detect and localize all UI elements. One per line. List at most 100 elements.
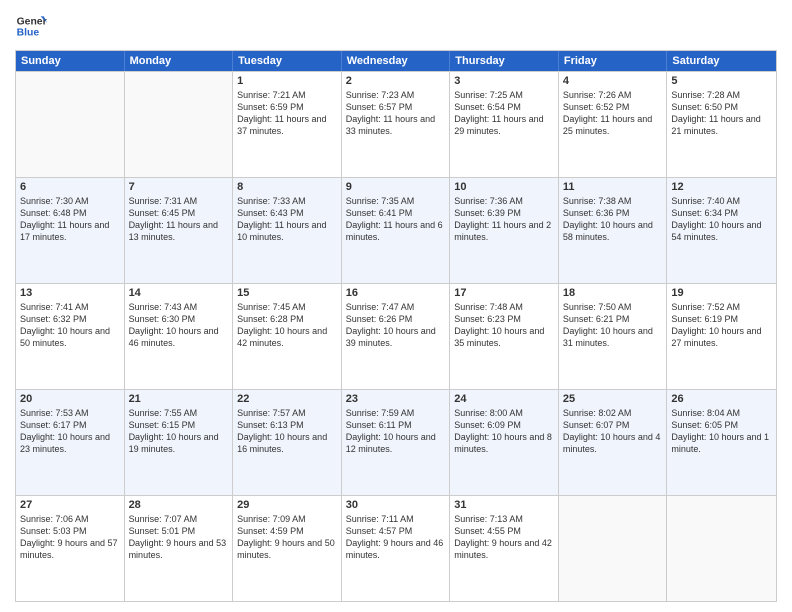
cell-content: Sunrise: 7:41 AM Sunset: 6:32 PM Dayligh… <box>20 301 120 350</box>
day-number: 5 <box>671 75 772 87</box>
cell-content: Sunrise: 7:13 AM Sunset: 4:55 PM Dayligh… <box>454 513 554 562</box>
day-number: 6 <box>20 181 120 193</box>
calendar-cell <box>125 72 234 177</box>
calendar-cell: 13 Sunrise: 7:41 AM Sunset: 6:32 PM Dayli… <box>16 284 125 389</box>
cell-content: Sunrise: 7:09 AM Sunset: 4:59 PM Dayligh… <box>237 513 337 562</box>
cell-content: Sunrise: 7:26 AM Sunset: 6:52 PM Dayligh… <box>563 89 663 138</box>
day-number: 7 <box>129 181 229 193</box>
cell-content: Sunrise: 7:36 AM Sunset: 6:39 PM Dayligh… <box>454 195 554 244</box>
day-number: 19 <box>671 287 772 299</box>
calendar-cell: 21 Sunrise: 7:55 AM Sunset: 6:15 PM Dayli… <box>125 390 234 495</box>
calendar-row: 1 Sunrise: 7:21 AM Sunset: 6:59 PM Daylig… <box>16 71 776 177</box>
calendar-cell: 2Sunrise: 7:23 AM Sunset: 6:57 PM Daylig… <box>342 72 451 177</box>
calendar: SundayMondayTuesdayWednesdayThursdayFrid… <box>15 50 777 602</box>
svg-text:Blue: Blue <box>17 28 40 39</box>
cell-content: Sunrise: 7:11 AM Sunset: 4:57 PM Dayligh… <box>346 513 446 562</box>
calendar-cell: 14Sunrise: 7:43 AM Sunset: 6:30 PM Dayli… <box>125 284 234 389</box>
calendar-cell: 3Sunrise: 7:25 AM Sunset: 6:54 PM Daylig… <box>450 72 559 177</box>
day-number: 18 <box>563 287 663 299</box>
logo: General Blue <box>15 10 47 42</box>
calendar-cell: 10 Sunrise: 7:36 AM Sunset: 6:39 PM Dayli… <box>450 178 559 283</box>
calendar-row: 13 Sunrise: 7:41 AM Sunset: 6:32 PM Dayli… <box>16 283 776 389</box>
calendar-row: 20 Sunrise: 7:53 AM Sunset: 6:17 PM Dayli… <box>16 389 776 495</box>
weekday-header: Wednesday <box>342 51 451 71</box>
cell-content: Sunrise: 7:40 AM Sunset: 6:34 PM Dayligh… <box>671 195 772 244</box>
cell-content: Sunrise: 7:38 AM Sunset: 6:36 PM Dayligh… <box>563 195 663 244</box>
header: General Blue <box>15 10 777 42</box>
day-number: 21 <box>129 393 229 405</box>
cell-content: Sunrise: 7:28 AM Sunset: 6:50 PM Dayligh… <box>671 89 772 138</box>
cell-content: Sunrise: 7:59 AM Sunset: 6:11 PM Dayligh… <box>346 407 446 456</box>
day-number: 24 <box>454 393 554 405</box>
calendar-cell: 19 Sunrise: 7:52 AM Sunset: 6:19 PM Dayli… <box>667 284 776 389</box>
day-number: 17 <box>454 287 554 299</box>
day-number: 11 <box>563 181 663 193</box>
cell-content: Sunrise: 7:53 AM Sunset: 6:17 PM Dayligh… <box>20 407 120 456</box>
day-number: 30 <box>346 499 446 511</box>
day-number: 4 <box>563 75 663 87</box>
calendar-cell <box>16 72 125 177</box>
cell-content: Sunrise: 8:00 AM Sunset: 6:09 PM Dayligh… <box>454 407 554 456</box>
cell-content: Sunrise: 7:50 AM Sunset: 6:21 PM Dayligh… <box>563 301 663 350</box>
calendar-cell <box>559 496 668 601</box>
day-number: 8 <box>237 181 337 193</box>
calendar-cell: 29 Sunrise: 7:09 AM Sunset: 4:59 PM Dayli… <box>233 496 342 601</box>
cell-content: Sunrise: 7:33 AM Sunset: 6:43 PM Dayligh… <box>237 195 337 244</box>
calendar-cell: 31 Sunrise: 7:13 AM Sunset: 4:55 PM Dayli… <box>450 496 559 601</box>
calendar-row: 27Sunrise: 7:06 AM Sunset: 5:03 PM Dayli… <box>16 495 776 601</box>
cell-content: Sunrise: 7:25 AM Sunset: 6:54 PM Dayligh… <box>454 89 554 138</box>
weekday-header: Tuesday <box>233 51 342 71</box>
cell-content: Sunrise: 7:06 AM Sunset: 5:03 PM Dayligh… <box>20 513 120 562</box>
day-number: 29 <box>237 499 337 511</box>
weekday-header: Sunday <box>16 51 125 71</box>
calendar-cell: 4 Sunrise: 7:26 AM Sunset: 6:52 PM Daylig… <box>559 72 668 177</box>
calendar-body: 1 Sunrise: 7:21 AM Sunset: 6:59 PM Daylig… <box>16 71 776 601</box>
cell-content: Sunrise: 7:52 AM Sunset: 6:19 PM Dayligh… <box>671 301 772 350</box>
weekday-header: Friday <box>559 51 668 71</box>
calendar-cell: 26Sunrise: 8:04 AM Sunset: 6:05 PM Dayli… <box>667 390 776 495</box>
calendar-cell: 11 Sunrise: 7:38 AM Sunset: 6:36 PM Dayli… <box>559 178 668 283</box>
day-number: 28 <box>129 499 229 511</box>
calendar-cell: 9 Sunrise: 7:35 AM Sunset: 6:41 PM Daylig… <box>342 178 451 283</box>
cell-content: Sunrise: 7:35 AM Sunset: 6:41 PM Dayligh… <box>346 195 446 244</box>
calendar-cell: 15Sunrise: 7:45 AM Sunset: 6:28 PM Dayli… <box>233 284 342 389</box>
weekday-header: Saturday <box>667 51 776 71</box>
calendar-row: 6 Sunrise: 7:30 AM Sunset: 6:48 PM Daylig… <box>16 177 776 283</box>
cell-content: Sunrise: 7:48 AM Sunset: 6:23 PM Dayligh… <box>454 301 554 350</box>
calendar-cell: 7Sunrise: 7:31 AM Sunset: 6:45 PM Daylig… <box>125 178 234 283</box>
day-number: 1 <box>237 75 337 87</box>
day-number: 10 <box>454 181 554 193</box>
day-number: 23 <box>346 393 446 405</box>
cell-content: Sunrise: 7:55 AM Sunset: 6:15 PM Dayligh… <box>129 407 229 456</box>
day-number: 13 <box>20 287 120 299</box>
calendar-cell: 27Sunrise: 7:06 AM Sunset: 5:03 PM Dayli… <box>16 496 125 601</box>
cell-content: Sunrise: 8:02 AM Sunset: 6:07 PM Dayligh… <box>563 407 663 456</box>
calendar-cell: 1 Sunrise: 7:21 AM Sunset: 6:59 PM Daylig… <box>233 72 342 177</box>
day-number: 9 <box>346 181 446 193</box>
cell-content: Sunrise: 7:30 AM Sunset: 6:48 PM Dayligh… <box>20 195 120 244</box>
day-number: 15 <box>237 287 337 299</box>
calendar-cell: 17 Sunrise: 7:48 AM Sunset: 6:23 PM Dayli… <box>450 284 559 389</box>
calendar-cell: 30 Sunrise: 7:11 AM Sunset: 4:57 PM Dayli… <box>342 496 451 601</box>
day-number: 16 <box>346 287 446 299</box>
calendar-cell: 23 Sunrise: 7:59 AM Sunset: 6:11 PM Dayli… <box>342 390 451 495</box>
day-number: 31 <box>454 499 554 511</box>
day-number: 20 <box>20 393 120 405</box>
weekday-header: Thursday <box>450 51 559 71</box>
day-number: 25 <box>563 393 663 405</box>
day-number: 12 <box>671 181 772 193</box>
calendar-cell: 8 Sunrise: 7:33 AM Sunset: 6:43 PM Daylig… <box>233 178 342 283</box>
calendar-cell: 5 Sunrise: 7:28 AM Sunset: 6:50 PM Daylig… <box>667 72 776 177</box>
day-number: 26 <box>671 393 772 405</box>
cell-content: Sunrise: 7:23 AM Sunset: 6:57 PM Dayligh… <box>346 89 446 138</box>
calendar-header: SundayMondayTuesdayWednesdayThursdayFrid… <box>16 51 776 71</box>
calendar-cell: 6 Sunrise: 7:30 AM Sunset: 6:48 PM Daylig… <box>16 178 125 283</box>
day-number: 22 <box>237 393 337 405</box>
calendar-cell: 24 Sunrise: 8:00 AM Sunset: 6:09 PM Dayli… <box>450 390 559 495</box>
cell-content: Sunrise: 7:21 AM Sunset: 6:59 PM Dayligh… <box>237 89 337 138</box>
cell-content: Sunrise: 7:47 AM Sunset: 6:26 PM Dayligh… <box>346 301 446 350</box>
calendar-cell: 18 Sunrise: 7:50 AM Sunset: 6:21 PM Dayli… <box>559 284 668 389</box>
calendar-cell: 16 Sunrise: 7:47 AM Sunset: 6:26 PM Dayli… <box>342 284 451 389</box>
calendar-cell: 12 Sunrise: 7:40 AM Sunset: 6:34 PM Dayli… <box>667 178 776 283</box>
calendar-cell <box>667 496 776 601</box>
